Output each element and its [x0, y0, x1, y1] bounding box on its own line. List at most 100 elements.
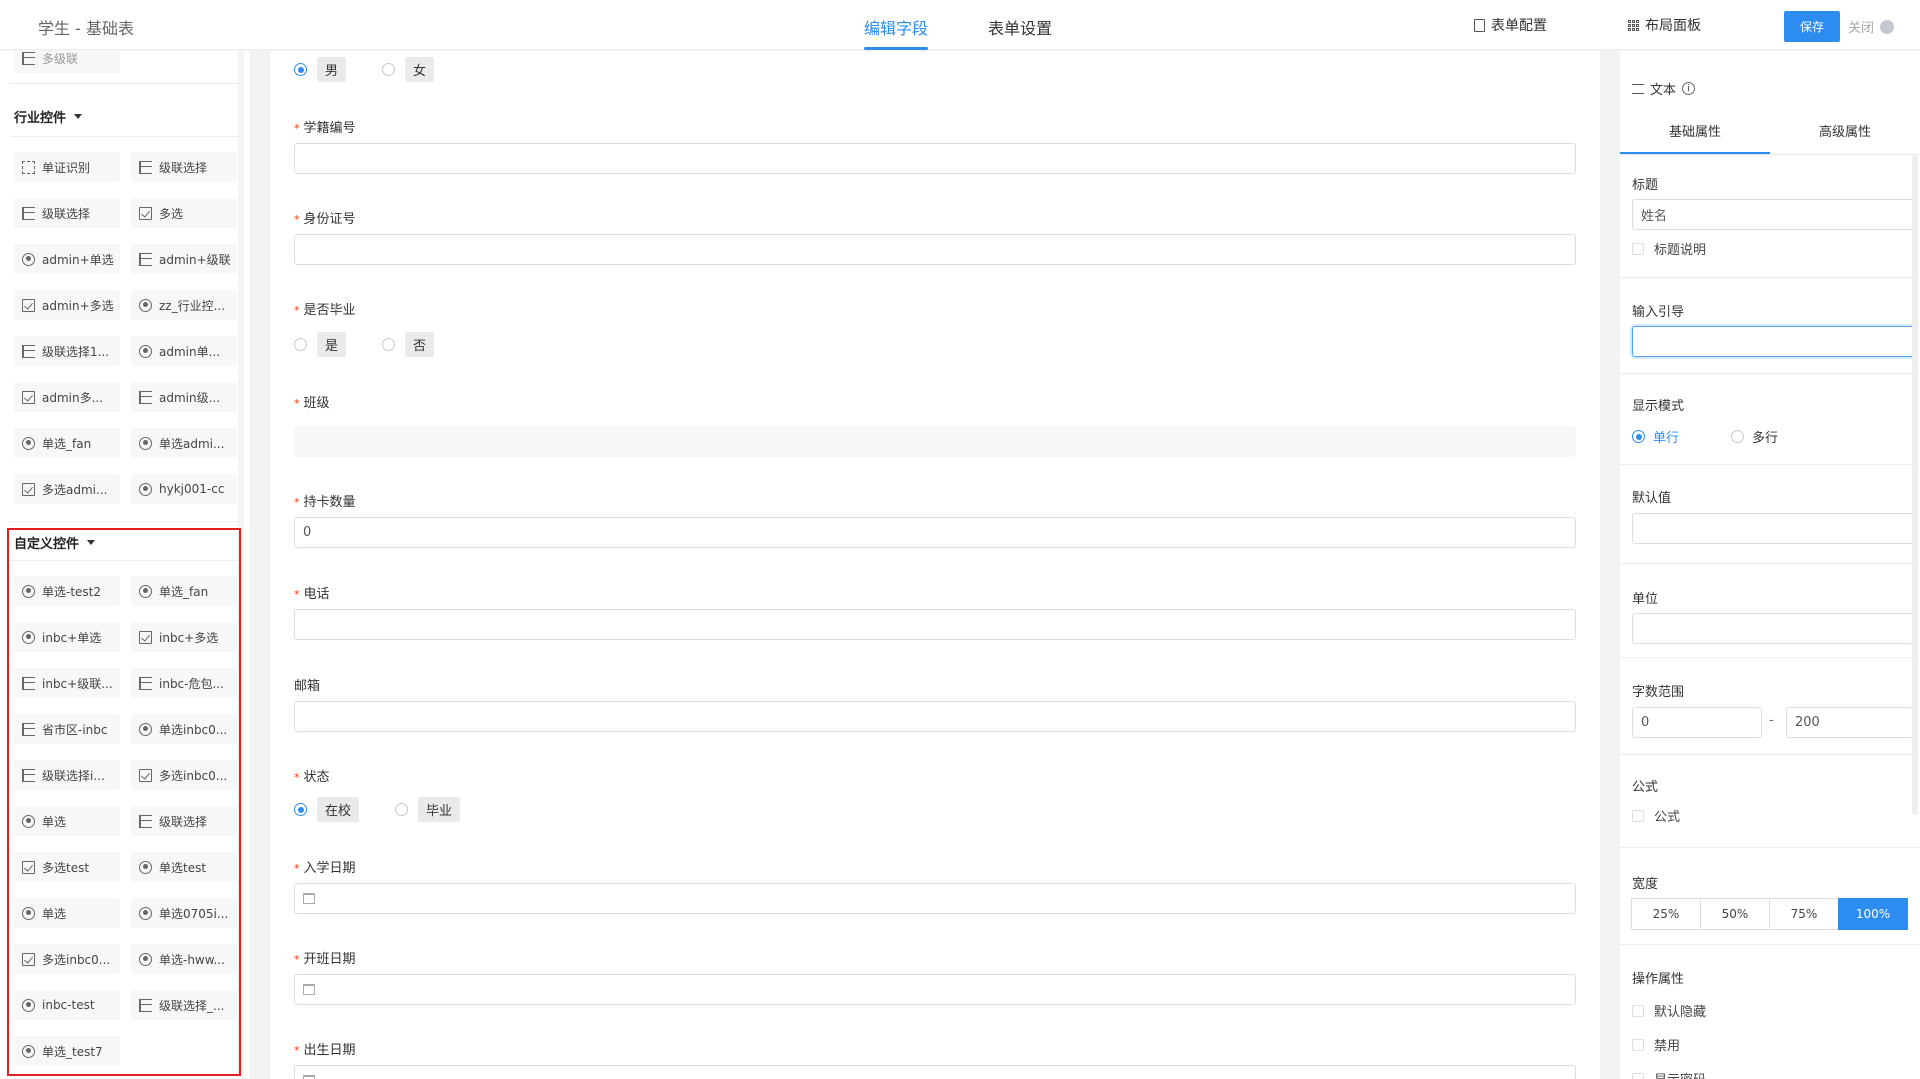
radio-yes[interactable]	[294, 338, 307, 351]
palette-item[interactable]: inbc+单选	[14, 622, 120, 652]
title-desc-checkbox[interactable]: 标题说明	[1632, 239, 1706, 258]
palette-item[interactable]: 单选	[14, 806, 120, 836]
unit-input[interactable]	[1632, 613, 1914, 644]
palette-item[interactable]: 多选admi...	[14, 474, 120, 504]
app-title: 学生 - 基础表	[38, 19, 134, 38]
palette-item[interactable]: 级联选择	[131, 806, 237, 836]
id-card-input[interactable]	[294, 234, 1576, 265]
default-hidden-checkbox[interactable]: 默认隐藏	[1632, 1001, 1706, 1020]
student-id-input[interactable]	[294, 143, 1576, 174]
tab-basic-props[interactable]: 基础属性	[1620, 111, 1770, 154]
show-password-checkbox[interactable]: 显示密码	[1632, 1069, 1706, 1079]
radio-multi-line[interactable]	[1731, 430, 1745, 443]
divider	[1620, 754, 1920, 755]
palette-item[interactable]: 省市区-inbc	[14, 714, 120, 744]
radio-male[interactable]	[294, 63, 307, 76]
palette-item[interactable]: zz_行业控...	[131, 290, 237, 320]
sidebar-scrollbar[interactable]	[238, 51, 244, 1079]
tab-advanced-props[interactable]: 高级属性	[1770, 111, 1920, 154]
palette-item[interactable]: 多选test	[14, 852, 120, 882]
palette-item[interactable]: admin多...	[14, 382, 120, 412]
width-option-25[interactable]: 25%	[1631, 898, 1701, 930]
palette-item[interactable]: 单选test	[131, 852, 237, 882]
palette-item-label: admin+单选	[42, 252, 114, 267]
palette-item-label: inbc-test	[42, 998, 95, 1012]
palette-item[interactable]: 单选_fan	[14, 428, 120, 458]
palette-item[interactable]: 单选	[14, 898, 120, 928]
form-config-button[interactable]: 表单配置	[1474, 15, 1547, 35]
palette-item[interactable]: 多选	[131, 198, 237, 228]
palette-item[interactable]: 级联选择i...	[14, 760, 120, 790]
option-yes: 是	[317, 332, 347, 357]
palette-item-partial[interactable]: 多级联	[14, 51, 120, 73]
range-max-input[interactable]: 200	[1786, 707, 1914, 738]
save-button[interactable]: 保存	[1784, 11, 1840, 42]
palette-item[interactable]: admin+级联	[131, 244, 237, 274]
palette-item[interactable]: admin单...	[131, 336, 237, 366]
width-option-50[interactable]: 50%	[1700, 898, 1770, 930]
palette-item[interactable]: admin+多选	[14, 290, 120, 320]
palette-item-label: inbc+单选	[42, 630, 102, 645]
palette-item[interactable]: 多选inbc0...	[131, 760, 237, 790]
palette-item-label: 多选inbc0...	[42, 952, 111, 967]
palette-item[interactable]: 级联选择	[14, 198, 120, 228]
palette-item-label: 单选inbc0...	[159, 722, 228, 737]
palette-item[interactable]: 单选_test7	[14, 1036, 120, 1066]
palette-item-label: admin+多选	[42, 298, 114, 313]
palette-item[interactable]: inbc-test	[14, 990, 120, 1020]
width-option-100[interactable]: 100%	[1838, 898, 1908, 930]
radio-no[interactable]	[382, 338, 396, 351]
class-input[interactable]	[294, 426, 1576, 457]
radio-graduated[interactable]	[395, 803, 409, 816]
title-input[interactable]: 姓名	[1632, 199, 1914, 230]
palette-item[interactable]: 单选-test2	[14, 576, 120, 606]
close-toggle[interactable]: 关闭	[1848, 17, 1895, 36]
divider	[1620, 277, 1920, 278]
class-start-date-input[interactable]	[294, 974, 1576, 1005]
required-mark: *	[294, 122, 300, 135]
divider	[1620, 563, 1920, 564]
phone-input[interactable]	[294, 609, 1576, 640]
tab-edit-fields[interactable]: 编辑字段	[864, 0, 929, 50]
formula-checkbox[interactable]: 公式	[1632, 806, 1680, 825]
palette-item[interactable]: 级联选择_...	[131, 990, 237, 1020]
guide-input[interactable]	[1632, 326, 1914, 357]
required-mark: *	[294, 496, 300, 509]
industry-controls-header[interactable]: 行业控件	[14, 107, 83, 126]
palette-item[interactable]: 单选inbc0...	[131, 714, 237, 744]
palette-item[interactable]: 单选admi...	[131, 428, 237, 458]
palette-item[interactable]: admin+单选	[14, 244, 120, 274]
radio-in-school[interactable]	[294, 803, 307, 816]
palette-item[interactable]: 级联选择1...	[14, 336, 120, 366]
layout-panel-button[interactable]: 布局面板	[1628, 15, 1701, 35]
tab-form-settings[interactable]: 表单设置	[988, 0, 1052, 50]
palette-item[interactable]: admin级...	[131, 382, 237, 412]
default-value-input[interactable]	[1632, 513, 1914, 544]
checkbox-icon	[1632, 242, 1644, 255]
props-scrollbar[interactable]	[1912, 155, 1918, 815]
birth-date-input[interactable]	[294, 1065, 1576, 1079]
radio-single-line[interactable]	[1632, 430, 1645, 443]
birth-date-label: * 出生日期	[294, 1039, 356, 1058]
palette-item[interactable]: 单证识别	[14, 152, 120, 182]
cascade-icon	[139, 390, 152, 404]
card-count-input[interactable]: 0	[294, 517, 1576, 548]
custom-controls-header[interactable]: 自定义控件	[14, 533, 96, 552]
palette-item[interactable]: 单选_fan	[131, 576, 237, 606]
palette-item[interactable]: inbc-危包...	[131, 668, 237, 698]
palette-item[interactable]: 级联选择	[131, 152, 237, 182]
top-bar: 学生 - 基础表 编辑字段 表单设置 表单配置 布局面板 保存 关闭	[0, 0, 1920, 50]
palette-item[interactable]: 单选-hww...	[131, 944, 237, 974]
info-icon[interactable]: i	[1682, 82, 1696, 95]
disabled-checkbox[interactable]: 禁用	[1632, 1035, 1680, 1054]
palette-item[interactable]: inbc+多选	[131, 622, 237, 652]
radio-female[interactable]	[382, 63, 396, 76]
email-input[interactable]	[294, 701, 1576, 732]
palette-item[interactable]: 单选0705i...	[131, 898, 237, 928]
palette-item[interactable]: 多选inbc0...	[14, 944, 120, 974]
range-min-input[interactable]: 0	[1632, 707, 1762, 738]
enroll-date-input[interactable]	[294, 883, 1576, 914]
width-option-75[interactable]: 75%	[1769, 898, 1839, 930]
palette-item[interactable]: inbc+级联...	[14, 668, 120, 698]
palette-item[interactable]: hykj001-cc	[131, 474, 237, 504]
